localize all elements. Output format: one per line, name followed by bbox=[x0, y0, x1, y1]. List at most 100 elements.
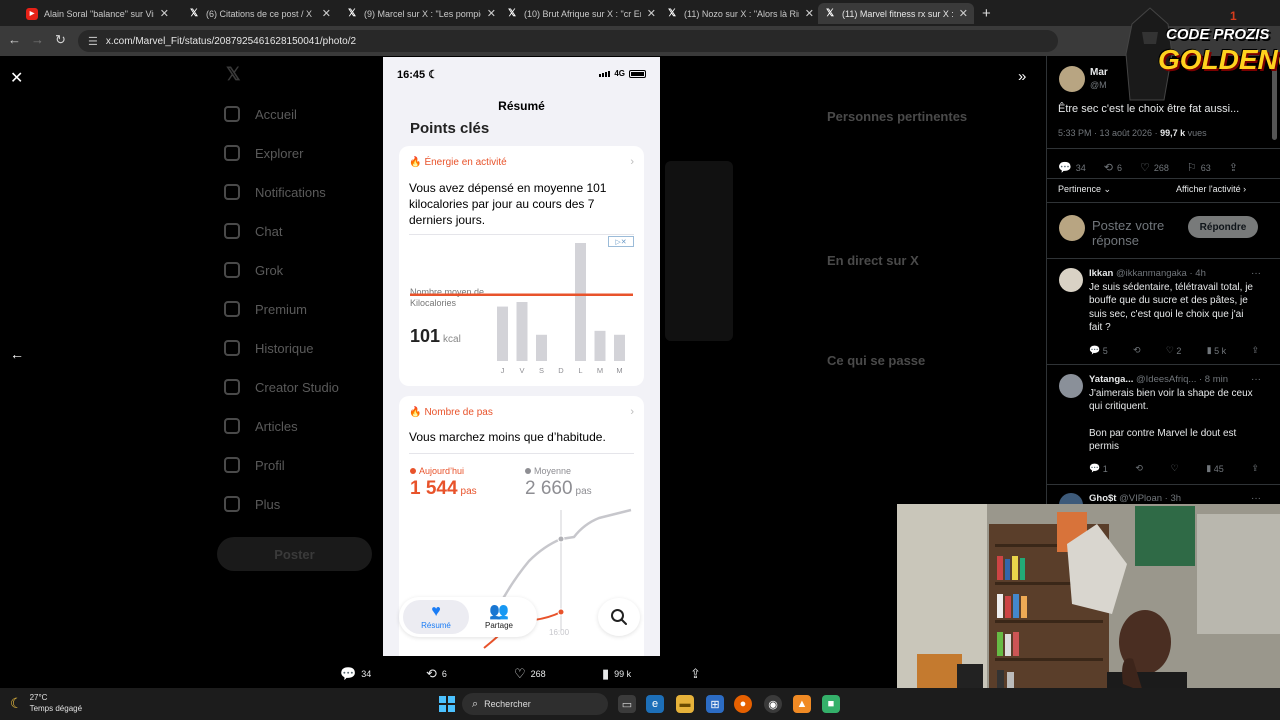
app-icon[interactable]: ■ bbox=[822, 695, 840, 713]
share-action[interactable]: ⇪ bbox=[1229, 161, 1242, 174]
views-action[interactable]: ▮ 5 k bbox=[1207, 345, 1226, 356]
repost-action[interactable]: ⟲ bbox=[1133, 345, 1141, 356]
avatar[interactable] bbox=[1059, 66, 1085, 92]
moon-icon: ☾ bbox=[10, 694, 23, 711]
studio-icon bbox=[224, 379, 240, 395]
chrome-icon[interactable]: ◉ bbox=[764, 695, 782, 713]
weather-widget[interactable]: ☾ 27°C Temps dégagé bbox=[10, 692, 82, 714]
more-options-icon[interactable]: ··· bbox=[1251, 268, 1261, 279]
new-tab-icon[interactable]: + bbox=[982, 5, 991, 22]
bookmark-action[interactable]: ⚐ 63 bbox=[1187, 161, 1211, 174]
share-icon: ⇪ bbox=[1251, 463, 1259, 473]
edge-icon[interactable]: e bbox=[646, 695, 664, 713]
status-time: 16:45 ☾ bbox=[397, 68, 438, 81]
browser-tab-active[interactable]: 𝕏 (11) Marvel fitness rx sur X : "Êt ✕ bbox=[818, 3, 974, 24]
tab-close-icon[interactable]: ✕ bbox=[322, 7, 331, 20]
average-steps-dot bbox=[557, 535, 565, 543]
tab-close-icon[interactable]: ✕ bbox=[647, 7, 656, 20]
share-action[interactable]: ⇪ bbox=[1251, 463, 1259, 474]
repost-action[interactable]: ⟲ bbox=[1135, 463, 1143, 474]
heart-icon: ♡ bbox=[514, 666, 526, 681]
browser-tab[interactable]: 𝕏 (6) Citations de ce post / X ✕ bbox=[182, 3, 337, 24]
x-logo-icon: 𝕏 bbox=[507, 8, 517, 19]
tab-close-icon[interactable]: ✕ bbox=[805, 7, 814, 20]
close-icon[interactable]: ✕ bbox=[10, 68, 23, 88]
taskbar-search[interactable]: ⌕ Rechercher bbox=[462, 693, 608, 715]
views-metric[interactable]: ▮ 99 k bbox=[602, 666, 631, 682]
reload-icon[interactable]: ↻ bbox=[55, 32, 66, 48]
avatar[interactable] bbox=[1059, 374, 1083, 398]
browser-tab[interactable]: 𝕏 (10) Brut Afrique sur X : "cr En n ✕ bbox=[500, 3, 662, 24]
tab-close-icon[interactable]: ✕ bbox=[959, 7, 968, 20]
views-action[interactable]: ▮ 45 bbox=[1206, 463, 1223, 474]
browser-tab[interactable]: 𝕏 (9) Marcel sur X : "Les pompiers ✕ bbox=[340, 3, 502, 24]
windows-start-icon[interactable] bbox=[439, 696, 455, 712]
reply-action[interactable]: 💬 34 bbox=[1058, 161, 1086, 174]
sort-dropdown[interactable]: Pertinence ⌄ bbox=[1058, 184, 1111, 195]
reply-item[interactable]: Yatanga... @IdeesAfriq... · 8 min ··· J'… bbox=[1047, 374, 1280, 484]
divider bbox=[1047, 484, 1280, 485]
tab-close-icon[interactable]: ✕ bbox=[160, 7, 169, 20]
reply-button[interactable]: Répondre bbox=[1188, 216, 1258, 238]
sort-label: Pertinence bbox=[1058, 184, 1102, 194]
previous-photo-arrow-icon[interactable]: ← bbox=[10, 346, 24, 362]
reply-compose-input[interactable]: Postez votre réponse bbox=[1092, 218, 1182, 248]
phone-search-button[interactable] bbox=[598, 598, 640, 636]
tab-resume[interactable]: ♥ Résumé bbox=[406, 603, 466, 630]
collapse-panel-icon[interactable]: » bbox=[1018, 68, 1026, 85]
reply-item[interactable]: Ikkan @ikkanmangaka · 4h ··· Je suis séd… bbox=[1047, 268, 1280, 368]
share-icon: ⇪ bbox=[1251, 345, 1259, 355]
reply-author[interactable]: Gho$t @VIPloan · 3h bbox=[1089, 493, 1181, 504]
divider bbox=[1047, 364, 1280, 365]
folder-icon[interactable]: ▬ bbox=[676, 695, 694, 713]
kcal-day-label: S bbox=[539, 366, 544, 375]
reply-author[interactable]: Ikkan @ikkanmangaka · 4h bbox=[1089, 268, 1206, 279]
task-view-icon[interactable]: ▭ bbox=[618, 695, 636, 713]
replies-metric[interactable]: 💬 34 bbox=[340, 666, 371, 682]
site-info-icon[interactable]: ☰ bbox=[88, 35, 98, 48]
grok-icon bbox=[224, 262, 240, 278]
tab-partage[interactable]: 👥 Partage bbox=[469, 603, 529, 630]
search-label: Rechercher bbox=[484, 699, 531, 709]
reply-action[interactable]: 💬 1 bbox=[1089, 463, 1108, 474]
x-logo-icon: 𝕏 bbox=[347, 8, 357, 19]
like-action[interactable]: ♡ bbox=[1171, 463, 1179, 474]
likes-metric[interactable]: ♡ 268 bbox=[514, 666, 546, 682]
browser-tab[interactable]: ▶ Alain Soral "balance" sur Vincent ✕ bbox=[20, 3, 175, 24]
reply-action[interactable]: 💬 5 bbox=[1089, 345, 1108, 356]
heart-icon: ♡ bbox=[1139, 162, 1150, 174]
bg-nav-item: Notifications bbox=[224, 184, 326, 200]
share-metric[interactable]: ⇪ bbox=[690, 666, 706, 682]
reply-time: · 3h bbox=[1164, 493, 1182, 504]
like-action[interactable]: ♡ 268 bbox=[1140, 161, 1169, 174]
article-icon bbox=[224, 418, 240, 434]
forward-arrow-icon[interactable]: → bbox=[31, 32, 44, 47]
back-arrow-icon[interactable]: ← bbox=[8, 32, 21, 47]
like-action[interactable]: ♡ 2 bbox=[1166, 345, 1182, 356]
author-name[interactable]: Mar bbox=[1090, 67, 1108, 78]
address-bar[interactable]: ☰ x.com/Marvel_Fit/status/20879254616281… bbox=[78, 30, 1058, 52]
views-chart-icon: ▮ bbox=[1206, 345, 1212, 355]
people-icon: 👥 bbox=[489, 603, 509, 620]
reply-author[interactable]: Yatanga... @IdeesAfriq... · 8 min bbox=[1089, 374, 1228, 385]
store-icon[interactable]: ⊞ bbox=[706, 695, 724, 713]
browser-tab[interactable]: 𝕏 (11) Nozo sur X : "Alors là Rima ✕ bbox=[660, 3, 820, 24]
vlc-icon[interactable]: ▲ bbox=[793, 695, 811, 713]
author-handle[interactable]: @M bbox=[1090, 80, 1107, 90]
more-options-icon[interactable]: ··· bbox=[1251, 493, 1261, 504]
bg-nav-item: Plus bbox=[224, 496, 280, 512]
reply-name: Yatanga... bbox=[1089, 374, 1134, 385]
avatar[interactable] bbox=[1059, 268, 1083, 292]
network-label: 4G bbox=[614, 69, 625, 78]
divider bbox=[1047, 148, 1280, 149]
share-action[interactable]: ⇪ bbox=[1251, 345, 1259, 356]
reposts-metric[interactable]: ⟲ 6 bbox=[426, 666, 447, 682]
firefox-icon[interactable]: ● bbox=[734, 695, 752, 713]
tweet-views: 99,7 k bbox=[1160, 128, 1186, 138]
show-activity-link[interactable]: Afficher l'activité › bbox=[1176, 184, 1246, 194]
windows-taskbar: ☾ 27°C Temps dégagé ⌕ Rechercher ▭ e ▬ ⊞ ●… bbox=[0, 688, 1280, 720]
more-options-icon[interactable]: ··· bbox=[1251, 374, 1261, 385]
repost-action[interactable]: ⟲ 6 bbox=[1104, 161, 1122, 174]
reply-icon: 💬 bbox=[1089, 463, 1101, 473]
tab-close-icon[interactable]: ✕ bbox=[487, 7, 496, 20]
